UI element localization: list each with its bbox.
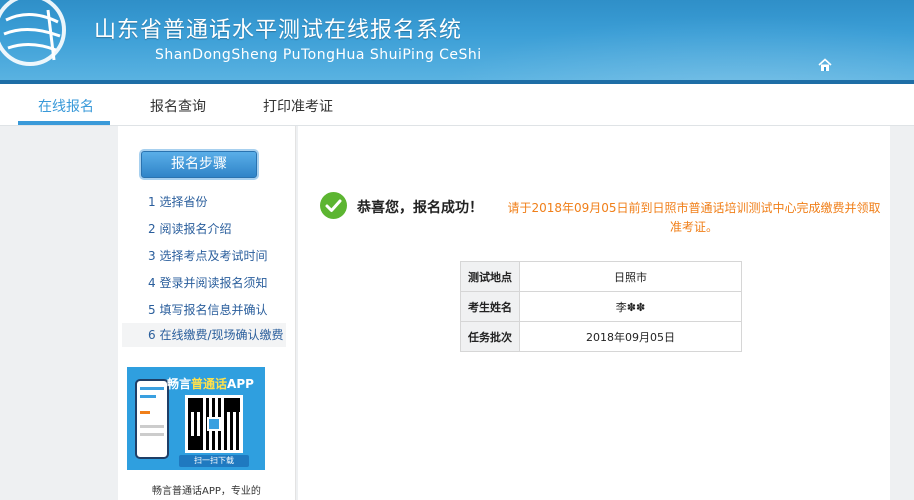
step-item[interactable]: 2 阅读报名介绍 (148, 220, 231, 237)
system-title: 山东省普通话水平测试在线报名系统 (94, 18, 463, 43)
active-tab-indicator (18, 121, 110, 125)
success-check-icon (320, 192, 347, 219)
payment-notice: 请于2018年09月05日前到日照市普通话培训测试中心完成缴费并领取准考证。 (507, 201, 881, 234)
app-caption: 畅言普通话APP，专业的 (152, 486, 261, 497)
tab-registration-query[interactable]: 报名查询 (150, 96, 206, 116)
info-key: 测试地点 (460, 261, 520, 292)
tab-print-admission-ticket[interactable]: 打印准考证 (263, 96, 333, 116)
step-item[interactable]: 4 登录并阅读报名须知 (148, 274, 267, 291)
info-key: 考生姓名 (460, 291, 520, 322)
phone-illustration (135, 379, 169, 459)
steps-header: 报名步骤 (141, 151, 257, 178)
steps-sidebar: 报名步骤 1 选择省份 2 阅读报名介绍 3 选择考点及考试时间 4 登录并阅读… (118, 126, 296, 500)
system-logo-icon (0, 0, 66, 66)
step-item[interactable]: 1 选择省份 (148, 193, 207, 210)
scan-download-button[interactable]: 扫一扫下载 (179, 455, 249, 467)
info-value: 日照市 (519, 261, 742, 292)
registration-info-table: 测试地点 日照市 考生姓名 李✽✽ 任务批次 2018年09月05日 (460, 261, 742, 352)
app-title: 畅言普通话APP (167, 377, 254, 391)
home-icon[interactable] (818, 58, 832, 72)
tab-online-registration[interactable]: 在线报名 (38, 96, 94, 116)
table-row: 测试地点 日照市 (460, 261, 742, 292)
table-row: 任务批次 2018年09月05日 (460, 321, 742, 352)
table-row: 考生姓名 李✽✽ (460, 291, 742, 322)
step-item-current[interactable]: 6 在线缴费/现场确认缴费 (122, 323, 286, 347)
info-key: 任务批次 (460, 321, 520, 352)
step-item[interactable]: 3 选择考点及考试时间 (148, 247, 267, 264)
qr-code (185, 395, 243, 453)
qr-logo-icon (207, 417, 221, 431)
step-item[interactable]: 5 填写报名信息并确认 (148, 301, 267, 318)
system-subtitle: ShanDongSheng PuTongHua ShuiPing CeShi (155, 47, 482, 63)
success-title: 恭喜您，报名成功！ (357, 200, 483, 216)
info-value: 2018年09月05日 (519, 321, 742, 352)
header-banner: 山东省普通话水平测试在线报名系统 ShanDongSheng PuTongHua… (0, 0, 914, 84)
main-panel: 恭喜您，报名成功！ 请于2018年09月05日前到日照市普通话培训测试中心完成缴… (298, 126, 890, 500)
main-nav: 在线报名 报名查询 打印准考证 (0, 84, 914, 126)
app-download-banner[interactable]: 畅言普通话APP 扫一扫下载 (127, 367, 265, 470)
info-value: 李✽✽ (519, 291, 742, 322)
